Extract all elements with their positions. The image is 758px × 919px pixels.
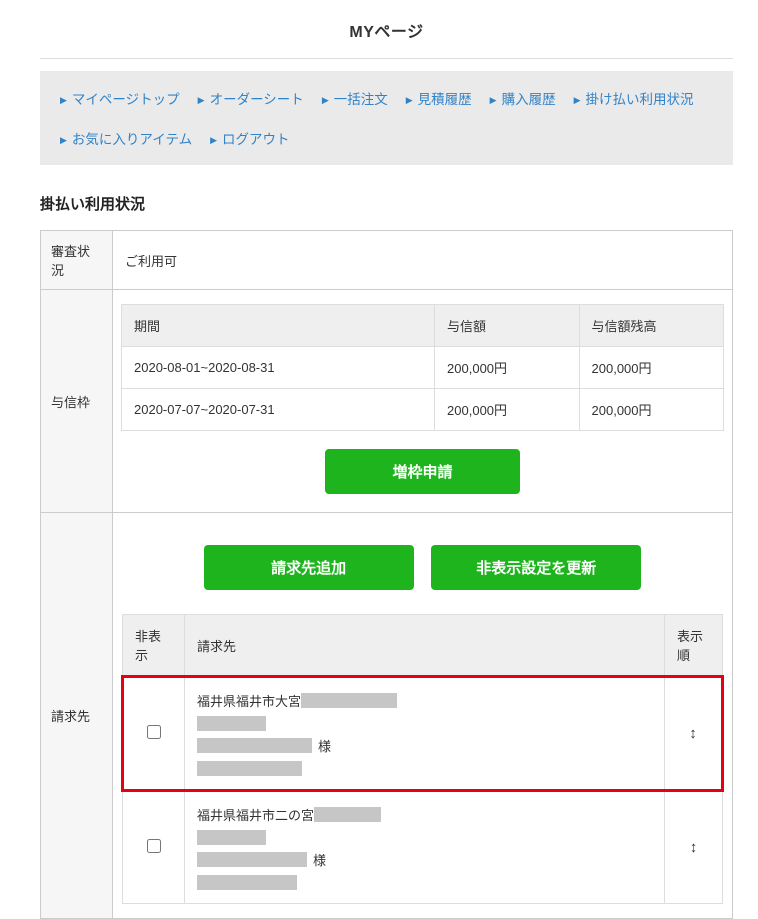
credit-balance: 200,000円 <box>578 346 725 389</box>
triangle-arrow-icon: ▶ <box>321 95 329 105</box>
billing-address-row-2: 福井県福井市二の宮 様 ↕ <box>122 790 723 904</box>
billing-actions: 請求先追加 非表示設定を更新 <box>121 545 724 590</box>
triangle-arrow-icon: ▶ <box>405 95 413 105</box>
billing-address-row-1-highlighted: 福井県福井市大宮 様 ↕ <box>121 675 724 792</box>
billing-address-row: 請求先 請求先追加 非表示設定を更新 非表示 請求先 表示順 福井県福井市大宮 … <box>40 512 733 919</box>
nav-item-deferred-payment-status[interactable]: ▶ 掛け払い利用状況 <box>574 88 694 108</box>
redacted-text <box>301 693 398 708</box>
nav-item-label: ログアウト <box>222 132 290 147</box>
credit-period: 2020-08-01~2020-08-31 <box>120 346 436 389</box>
billing-table-header-row: 非表示 請求先 表示順 <box>122 614 723 677</box>
billing-address-details: 福井県福井市大宮 様 <box>184 675 665 792</box>
nav-item-order-sheet[interactable]: ▶ オーダーシート <box>198 88 304 108</box>
section-heading: 掛払い利用状況 <box>40 196 146 213</box>
redacted-text <box>197 829 266 845</box>
triangle-arrow-icon: ▶ <box>60 135 67 145</box>
credit-balance: 200,000円 <box>578 388 725 431</box>
reorder-updown-icon[interactable]: ↕ <box>690 839 698 856</box>
nav-item-label: お気に入りアイテム <box>71 132 193 147</box>
address-text: 福井県福井市大宮 <box>197 694 302 709</box>
increase-limit-button[interactable]: 増枠申請 <box>325 449 520 494</box>
mypage-nav: ▶ マイページトップ ▶ オーダーシート ▶ 一括注文 ▶ 見積履歴 ▶ 購入履歴 ▶ 掛け… <box>40 71 733 165</box>
add-billing-address-button[interactable]: 請求先追加 <box>203 545 414 590</box>
triangle-arrow-icon: ▶ <box>573 95 581 105</box>
page-title: MYページ <box>349 24 424 41</box>
honorific-text: 様 <box>318 739 332 754</box>
credit-col-period-header: 期間 <box>120 304 436 347</box>
screening-status-label: 審査状況 <box>40 230 113 290</box>
billing-col-address-header: 請求先 <box>184 614 665 677</box>
nav-item-label: 掛け払い利用状況 <box>585 92 694 107</box>
credit-table-header-row: 期間 与信額 与信額残高 <box>120 304 725 347</box>
nav-item-logout[interactable]: ▶ ログアウト <box>210 128 289 148</box>
nav-item-label: 購入履歴 <box>501 92 556 107</box>
triangle-arrow-icon: ▶ <box>210 135 217 145</box>
credit-table-row: 2020-07-07~2020-07-31 200,000円 200,000円 <box>120 388 725 431</box>
screening-status-row: 審査状況 ご利用可 <box>40 230 733 290</box>
redacted-text <box>197 715 266 731</box>
update-hidden-settings-button[interactable]: 非表示設定を更新 <box>431 545 642 590</box>
triangle-arrow-icon: ▶ <box>489 95 497 105</box>
redacted-text <box>197 760 302 776</box>
credit-col-balance-header: 与信額残高 <box>578 304 725 347</box>
reorder-updown-icon[interactable]: ↕ <box>689 725 697 742</box>
credit-limit-label: 与信枠 <box>40 289 113 513</box>
redacted-text <box>197 874 297 890</box>
redacted-text <box>314 807 382 822</box>
billing-col-order-header: 表示順 <box>664 614 723 677</box>
nav-item-quote-history[interactable]: ▶ 見積履歴 <box>406 88 472 108</box>
address-text: 福井県福井市二の宮 <box>197 808 315 823</box>
credit-limit-row: 与信枠 期間 与信額 与信額残高 2020-08-01~2020-08-31 2… <box>40 289 733 513</box>
nav-item-label: マイページトップ <box>71 92 180 107</box>
honorific-text: 様 <box>313 853 327 868</box>
nav-item-label: オーダーシート <box>209 92 304 107</box>
triangle-arrow-icon: ▶ <box>60 95 67 105</box>
nav-item-favorite-items[interactable]: ▶ お気に入りアイテム <box>60 128 192 148</box>
billing-col-hide-header: 非表示 <box>122 614 185 677</box>
triangle-arrow-icon: ▶ <box>197 95 205 105</box>
nav-item-label: 一括注文 <box>333 92 388 107</box>
billing-address-label: 請求先 <box>40 512 113 919</box>
credit-period: 2020-07-07~2020-07-31 <box>120 388 436 431</box>
nav-item-label: 見積履歴 <box>417 92 472 107</box>
screening-status-value: ご利用可 <box>112 230 733 290</box>
credit-amount: 200,000円 <box>434 346 580 389</box>
deferred-payment-status-table: 審査状況 ご利用可 与信枠 期間 与信額 与信額残高 2020-08-01~20… <box>40 230 733 919</box>
nav-item-mypage-top[interactable]: ▶ マイページトップ <box>60 88 180 108</box>
credit-table-row: 2020-08-01~2020-08-31 200,000円 200,000円 <box>120 346 725 389</box>
credit-limit-table: 期間 与信額 与信額残高 2020-08-01~2020-08-31 200,0… <box>120 304 725 431</box>
credit-col-amount-header: 与信額 <box>434 304 580 347</box>
billing-address-table: 非表示 請求先 表示順 福井県福井市大宮 様 ↕ 福井県福井市二の宮 様 ↕ <box>121 614 724 904</box>
redacted-text <box>197 852 307 867</box>
billing-address-details: 福井県福井市二の宮 様 <box>184 790 665 904</box>
page-container: MYページ ▶ マイページトップ ▶ オーダーシート ▶ 一括注文 ▶ 見積履歴 ▶ 購入… <box>40 0 733 919</box>
nav-item-purchase-history[interactable]: ▶ 購入履歴 <box>490 88 556 108</box>
hide-checkbox[interactable] <box>147 725 161 739</box>
credit-amount: 200,000円 <box>434 388 580 431</box>
redacted-text <box>197 738 312 753</box>
hide-checkbox[interactable] <box>146 839 161 853</box>
page-header: MYページ <box>40 0 733 59</box>
nav-item-bulk-order[interactable]: ▶ 一括注文 <box>322 88 388 108</box>
